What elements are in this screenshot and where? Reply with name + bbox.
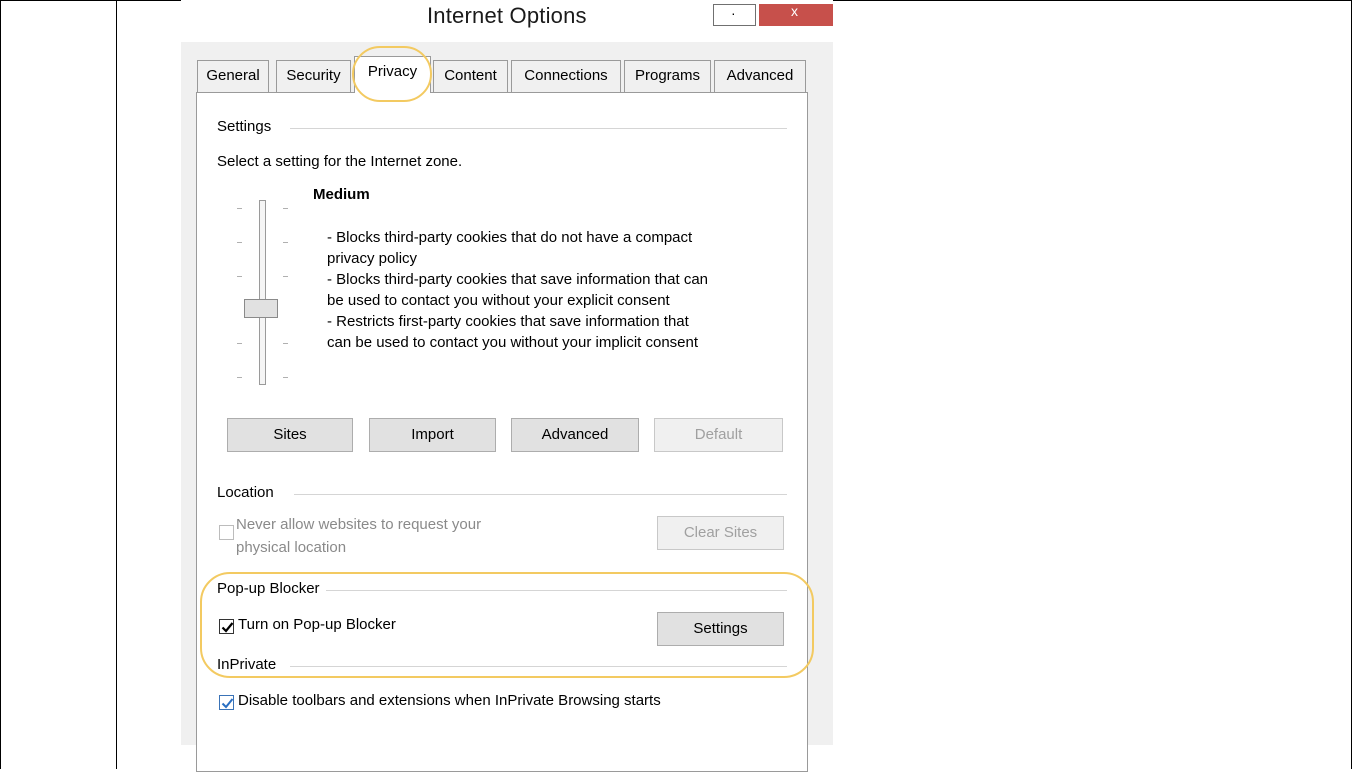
checkmark-icon	[221, 698, 234, 709]
import-button[interactable]: Import	[369, 418, 496, 452]
dialog-title-bar: Internet Options · x	[181, 0, 833, 42]
minimize-button[interactable]: ·	[713, 4, 756, 26]
slider-tick	[237, 276, 242, 277]
privacy-level-description: - Blocks third-party cookies that do not…	[327, 227, 708, 353]
tab-content[interactable]: Content	[433, 60, 508, 92]
location-checkbox-label: Never allow websites to request your	[236, 516, 482, 533]
slider-tick	[283, 208, 288, 209]
slider-tick	[283, 276, 288, 277]
settings-group-divider	[290, 128, 787, 129]
zone-instruction: Select a setting for the Internet zone.	[217, 153, 463, 170]
slider-tick	[283, 343, 288, 344]
advanced-button[interactable]: Advanced	[511, 418, 639, 452]
inprivate-checkbox-label: Disable toolbars and extensions when InP…	[238, 692, 661, 709]
close-icon: x	[791, 3, 798, 19]
slider-tick	[237, 343, 242, 344]
slider-tick	[237, 242, 242, 243]
description-line: - Blocks third-party cookies that save i…	[327, 271, 709, 288]
tab-general[interactable]: General	[197, 60, 269, 92]
slider-tick	[283, 377, 288, 378]
description-line: be used to contact you without your expl…	[327, 292, 670, 309]
description-line: - Blocks third-party cookies that do not…	[327, 229, 693, 246]
tab-security[interactable]: Security	[276, 60, 351, 92]
location-group-label: Location	[217, 484, 278, 501]
slider-tick	[237, 377, 242, 378]
frame-left-border	[0, 0, 1, 769]
description-line: can be used to contact you without your …	[327, 334, 699, 351]
default-button[interactable]: Default	[654, 418, 783, 452]
sites-button[interactable]: Sites	[227, 418, 353, 452]
location-group-divider	[294, 494, 787, 495]
dialog-title: Internet Options	[427, 3, 587, 28]
inprivate-checkbox[interactable]	[219, 695, 234, 710]
minimize-icon: ·	[731, 5, 736, 21]
settings-group-label: Settings	[217, 118, 276, 135]
popup-blocker-highlight	[200, 572, 814, 678]
clear-sites-button[interactable]: Clear Sites	[657, 516, 784, 550]
close-button[interactable]: x	[759, 4, 833, 26]
frame-column-divider	[116, 0, 117, 769]
slider-tick	[283, 242, 288, 243]
privacy-slider-thumb[interactable]	[244, 299, 278, 318]
privacy-slider-track[interactable]	[259, 200, 266, 385]
tab-programs[interactable]: Programs	[624, 60, 711, 92]
description-line: - Restricts first-party cookies that sav…	[327, 313, 689, 330]
privacy-tab-highlight	[352, 46, 432, 102]
privacy-level-title: Medium	[313, 186, 370, 203]
frame-right-border	[1351, 0, 1352, 769]
tab-connections[interactable]: Connections	[511, 60, 621, 92]
location-checkbox[interactable]	[219, 525, 234, 540]
location-checkbox-label-line2: physical location	[236, 539, 347, 556]
slider-tick	[237, 208, 242, 209]
tab-advanced[interactable]: Advanced	[714, 60, 806, 92]
description-line: privacy policy	[327, 250, 418, 267]
